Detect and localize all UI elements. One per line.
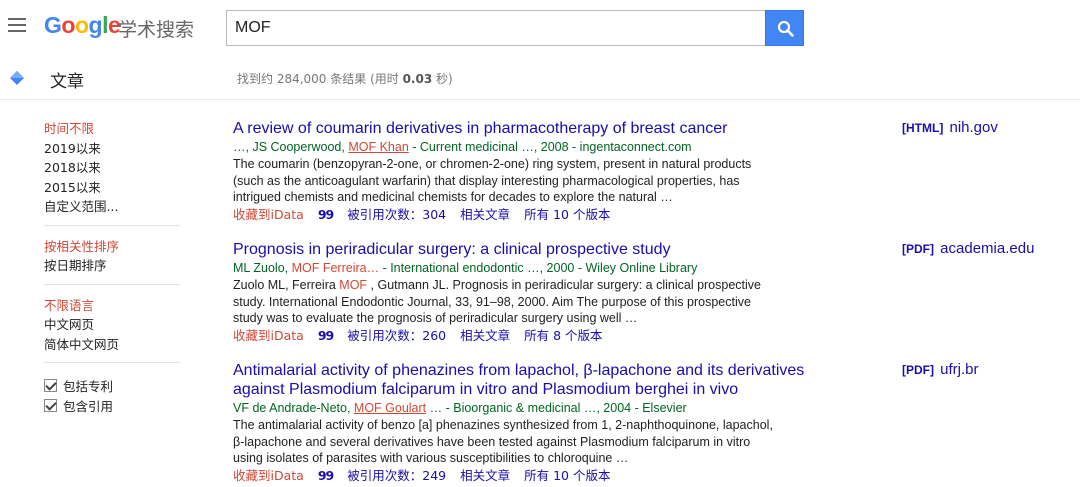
result-item: A review of coumarin derivatives in phar… xyxy=(233,119,833,240)
cite-quote-icon[interactable]: 99 xyxy=(318,207,334,222)
result-item: Antimalarial activity of phenazines from… xyxy=(233,361,833,484)
result-title-link[interactable]: Antimalarial activity of phenazines from… xyxy=(233,361,833,399)
results-subbar: 文章 找到约 284,000 条结果 (用时 0.03 秒) xyxy=(0,58,1080,100)
sort-group: 按相关性排序 按日期排序 xyxy=(44,237,180,285)
all-versions-link[interactable]: 所有 10 个版本 xyxy=(524,468,610,483)
top-bar: Google 学术搜索 xyxy=(0,0,1080,58)
result-actions: 收藏到iData 99 被引用次数：260 相关文章 所有 8 个版本 xyxy=(233,327,833,344)
cite-quote-icon[interactable]: 99 xyxy=(318,328,334,343)
author-link[interactable]: MOF Khan xyxy=(348,140,408,154)
author-link[interactable]: MOF Ferreira… xyxy=(292,261,380,275)
result-stats: 找到约 284,000 条结果 (用时 0.03 秒) xyxy=(237,72,453,86)
articles-diamond-icon xyxy=(10,71,24,85)
search-icon xyxy=(777,20,794,37)
results-list: A review of coumarin derivatives in phar… xyxy=(233,119,833,484)
cited-by-link[interactable]: 被引用次数：304 xyxy=(347,207,446,222)
search-input[interactable] xyxy=(226,10,766,46)
result-meta: ML Zuolo, MOF Ferreira… - International … xyxy=(233,261,698,275)
search-button[interactable] xyxy=(765,10,804,46)
result-snippet: The antimalarial activity of benzo [a] p… xyxy=(233,418,773,465)
cited-by-link[interactable]: 被引用次数：260 xyxy=(347,328,446,343)
full-text-link[interactable]: [PDF] academia.edu xyxy=(902,240,1072,361)
cited-by-link[interactable]: 被引用次数：249 xyxy=(347,468,446,483)
result-snippet: The coumarin (benzopyran-2-one, or chrom… xyxy=(233,157,752,204)
full-text-link[interactable]: [HTML] nih.gov xyxy=(902,119,1072,240)
save-to-idata-link[interactable]: 收藏到iData xyxy=(233,468,304,483)
result-meta: …, JS Cooperwood, MOF Khan - Current med… xyxy=(233,140,692,154)
filter-since-2018[interactable]: 2018以来 xyxy=(44,158,180,178)
google-logo[interactable]: Google xyxy=(44,12,121,39)
result-actions: 收藏到iData 99 被引用次数：304 相关文章 所有 10 个版本 xyxy=(233,206,833,223)
lang-simplified-chinese[interactable]: 简体中文网页 xyxy=(44,335,180,355)
related-articles-link[interactable]: 相关文章 xyxy=(460,468,510,483)
time-filter-group: 时间不限 2019以来 2018以来 2015以来 自定义范围... xyxy=(44,119,180,226)
include-options: 包括专利 包含引用 xyxy=(44,374,180,415)
include-patents-checkbox[interactable] xyxy=(44,378,57,392)
related-articles-link[interactable]: 相关文章 xyxy=(460,207,510,222)
full-text-sources: [HTML] nih.gov [PDF] academia.edu [PDF] … xyxy=(902,119,1072,482)
include-patents-option[interactable]: 包括专利 xyxy=(44,375,180,395)
filter-since-2015[interactable]: 2015以来 xyxy=(44,178,180,198)
hamburger-menu-icon[interactable] xyxy=(8,18,26,34)
related-articles-link[interactable]: 相关文章 xyxy=(460,328,510,343)
result-actions: 收藏到iData 99 被引用次数：249 相关文章 所有 10 个版本 xyxy=(233,467,833,484)
save-to-idata-link[interactable]: 收藏到iData xyxy=(233,207,304,222)
include-citations-checkbox[interactable] xyxy=(44,398,57,412)
save-to-idata-link[interactable]: 收藏到iData xyxy=(233,328,304,343)
lang-chinese-pages[interactable]: 中文网页 xyxy=(44,315,180,335)
result-title-link[interactable]: Prognosis in periradicular surgery: a cl… xyxy=(233,240,833,259)
filter-sidebar: 时间不限 2019以来 2018以来 2015以来 自定义范围... 按相关性排… xyxy=(44,119,180,415)
all-versions-link[interactable]: 所有 8 个版本 xyxy=(524,328,602,343)
scholar-label: 学术搜索 xyxy=(118,19,195,41)
filter-any-time[interactable]: 时间不限 xyxy=(44,119,180,139)
sort-by-date[interactable]: 按日期排序 xyxy=(44,256,180,276)
filter-since-2019[interactable]: 2019以来 xyxy=(44,139,180,159)
result-item: Prognosis in periradicular surgery: a cl… xyxy=(233,240,833,361)
section-title[interactable]: 文章 xyxy=(50,67,84,92)
full-text-link[interactable]: [PDF] ufrj.br xyxy=(902,361,1072,482)
result-title-link[interactable]: A review of coumarin derivatives in phar… xyxy=(233,119,833,138)
author-link[interactable]: MOF Goulart xyxy=(354,401,426,415)
language-group: 不限语言 中文网页 简体中文网页 xyxy=(44,296,180,363)
filter-custom-range[interactable]: 自定义范围... xyxy=(44,197,180,217)
cite-quote-icon[interactable]: 99 xyxy=(318,468,334,483)
sort-by-relevance[interactable]: 按相关性排序 xyxy=(44,237,180,257)
result-snippet: Zuolo ML, Ferreira MOF , Gutmann JL. Pro… xyxy=(233,278,761,325)
lang-any[interactable]: 不限语言 xyxy=(44,296,180,316)
all-versions-link[interactable]: 所有 10 个版本 xyxy=(524,207,610,222)
include-citations-option[interactable]: 包含引用 xyxy=(44,395,180,415)
result-meta: VF de Andrade-Neto, MOF Goulart … - Bioo… xyxy=(233,401,687,415)
